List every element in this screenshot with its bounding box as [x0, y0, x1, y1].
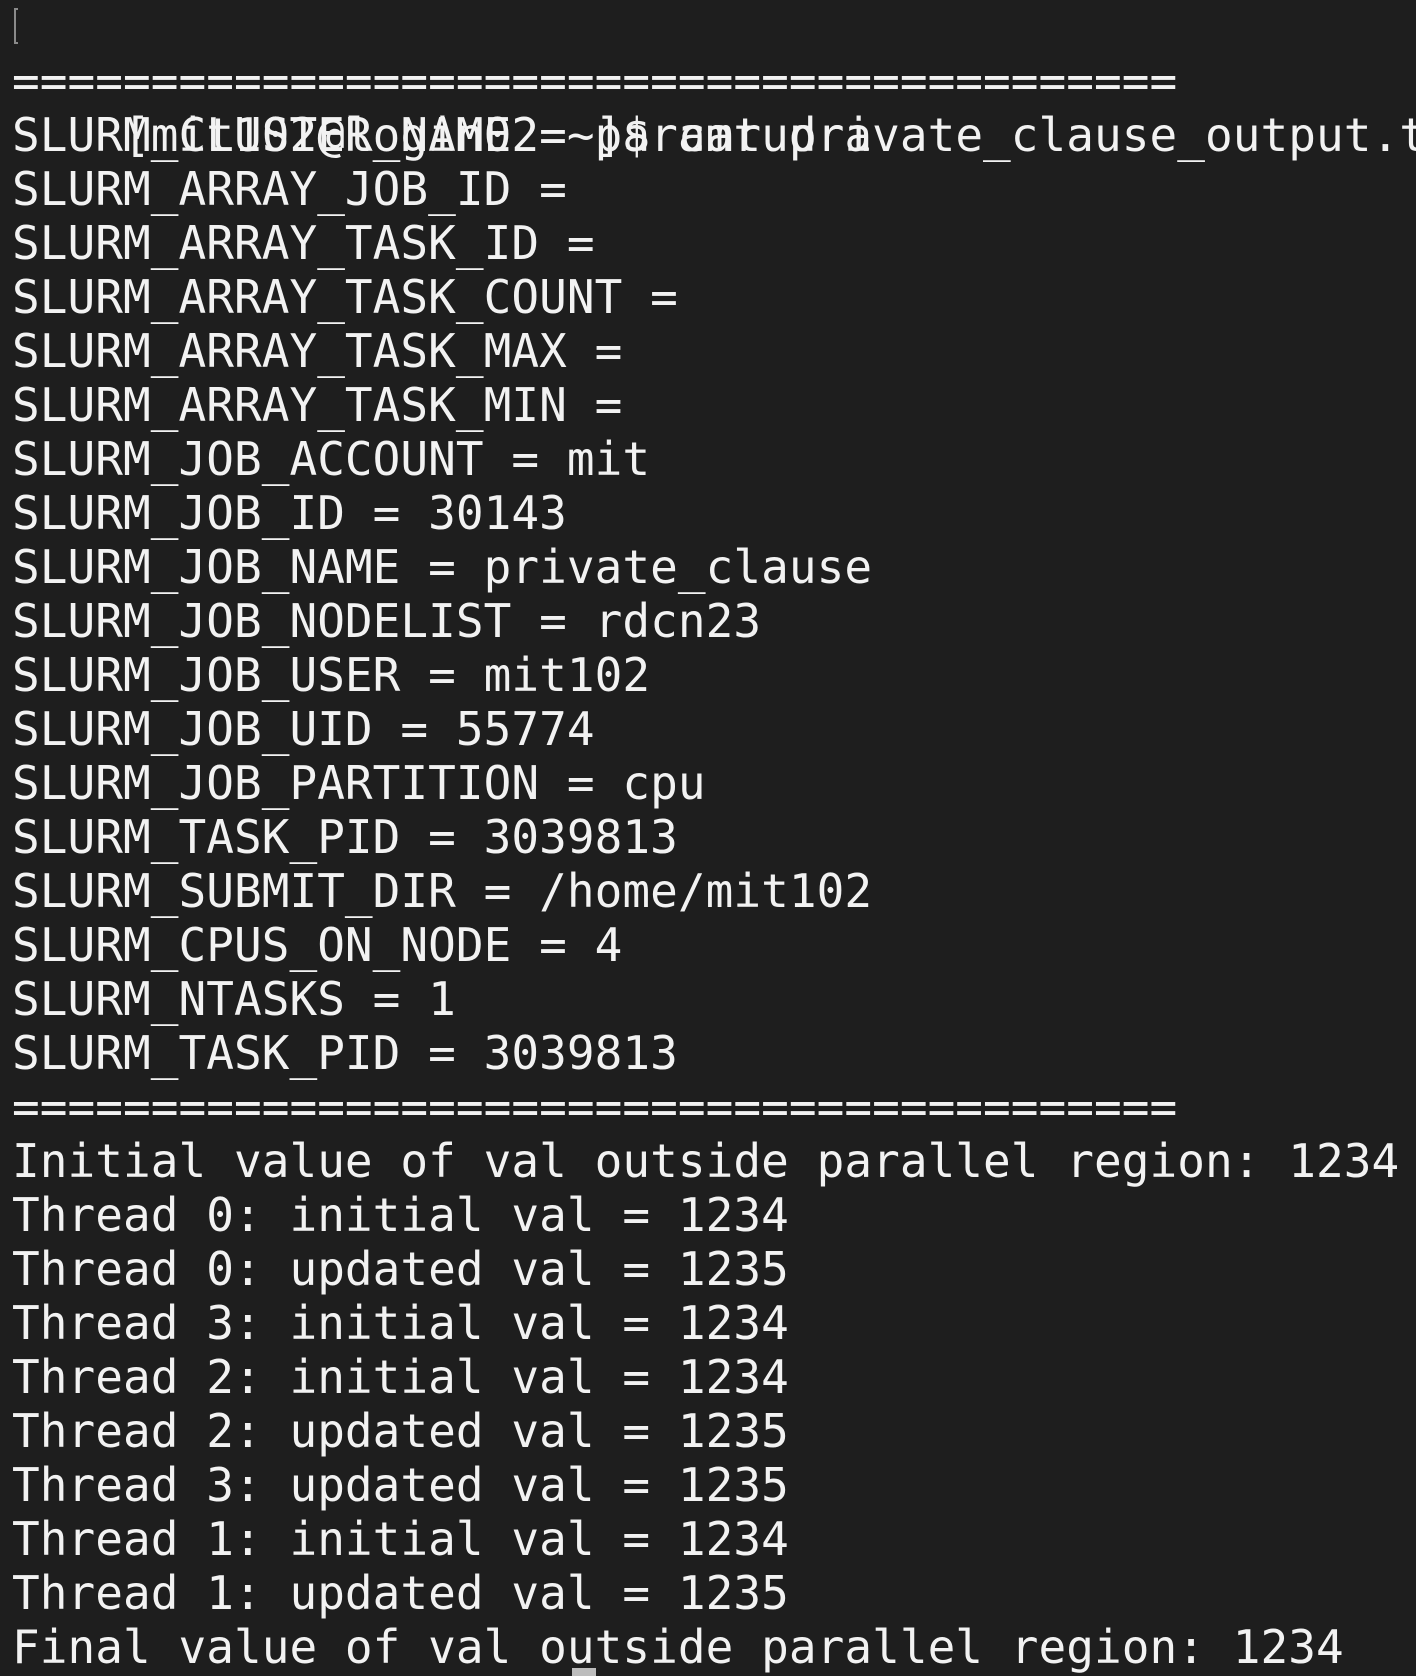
output-line: SLURM_TASK_PID = 3039813	[12, 1026, 678, 1080]
output-line: SLURM_ARRAY_TASK_COUNT =	[12, 270, 678, 324]
output-line: SLURM_ARRAY_TASK_MIN =	[12, 378, 623, 432]
output-line: SLURM_CPUS_ON_NODE = 4	[12, 918, 623, 972]
separator-line: ========================================…	[12, 1080, 1178, 1134]
output-line: Thread 1: updated val = 1235	[12, 1566, 789, 1620]
output-line: Thread 2: updated val = 1235	[12, 1404, 789, 1458]
output-line: SLURM_JOB_NODELIST = rdcn23	[12, 594, 762, 648]
output-line: Thread 3: initial val = 1234	[12, 1296, 789, 1350]
output-line: SLURM_JOB_USER = mit102	[12, 648, 651, 702]
output-line: SLURM_TASK_PID = 3039813	[12, 810, 678, 864]
output-line: SLURM_JOB_PARTITION = cpu	[12, 756, 706, 810]
output-line: Thread 1: initial val = 1234	[12, 1512, 789, 1566]
output-line: Thread 0: updated val = 1235	[12, 1242, 789, 1296]
output-line: SLURM_SUBMIT_DIR = /home/mit102	[12, 864, 873, 918]
output-line: SLURM_NTASKS = 1	[12, 972, 456, 1026]
command-text: [mit102@login02 ~]$ cat private_clause_o…	[122, 108, 1416, 162]
output-line: SLURM_ARRAY_TASK_MAX =	[12, 324, 623, 378]
command-prompt-line: [mit102@login02 ~]$ cat private_clause_o…	[12, 0, 1416, 162]
output-line: SLURM_ARRAY_TASK_ID =	[12, 216, 595, 270]
terminal-window[interactable]: [mit102@login02 ~]$ cat private_clause_o…	[0, 0, 1416, 1676]
selection-bracket-icon	[14, 8, 18, 44]
output-line: SLURM_JOB_ACCOUNT = mit	[12, 432, 651, 486]
output-line: SLURM_ARRAY_JOB_ID =	[12, 162, 567, 216]
output-line: SLURM_JOB_NAME = private_clause	[12, 540, 873, 594]
output-line: Thread 0: initial val = 1234	[12, 1188, 789, 1242]
output-line: Thread 3: updated val = 1235	[12, 1458, 789, 1512]
output-line: SLURM_JOB_UID = 55774	[12, 702, 595, 756]
output-line: SLURM_JOB_ID = 30143	[12, 486, 567, 540]
terminal-cursor	[572, 1668, 596, 1676]
output-line: Initial value of val outside parallel re…	[12, 1134, 1400, 1188]
output-line: Thread 2: initial val = 1234	[12, 1350, 789, 1404]
separator-line: ========================================…	[12, 54, 1178, 108]
output-line: Final value of val outside parallel regi…	[12, 1620, 1344, 1674]
